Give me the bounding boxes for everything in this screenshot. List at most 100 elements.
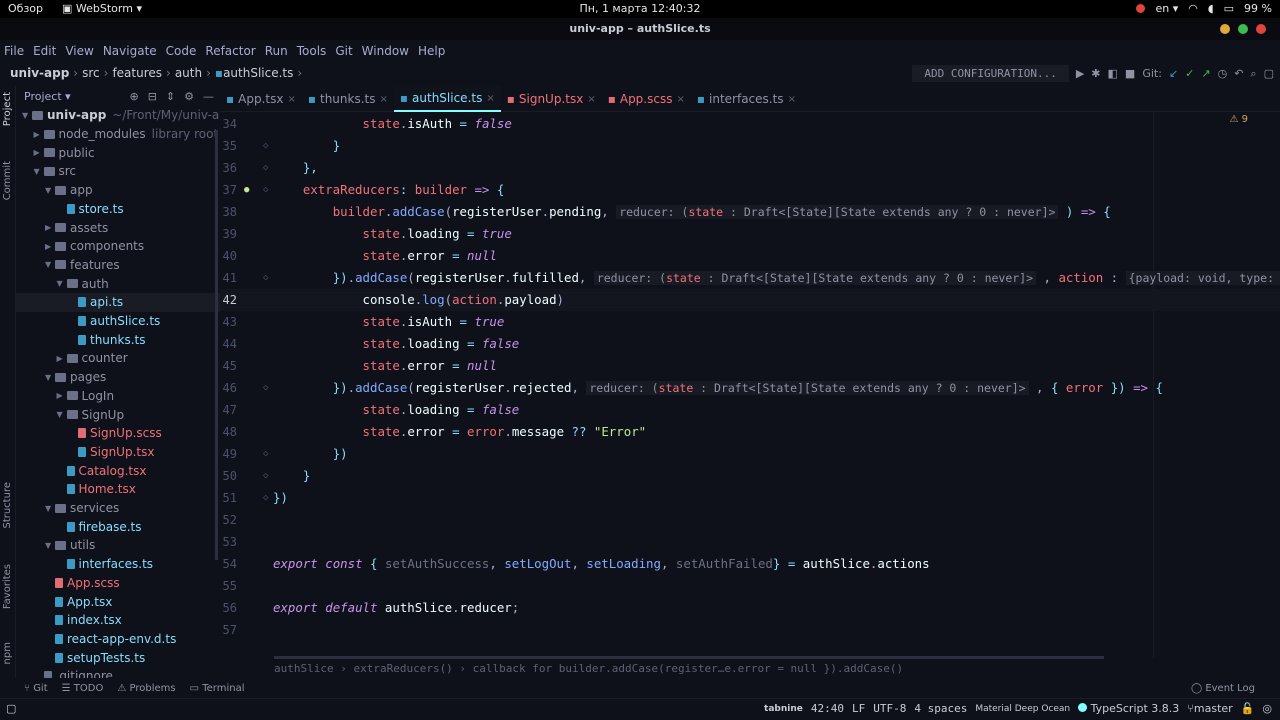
menu-window[interactable]: Window bbox=[362, 40, 418, 62]
code-line[interactable]: 57 bbox=[220, 619, 1280, 641]
theme-widget[interactable]: Material Deep Ocean bbox=[975, 704, 1070, 714]
menu-run[interactable]: Run bbox=[265, 40, 297, 62]
layout-icon[interactable]: ▢ bbox=[1264, 67, 1274, 80]
fold-marker-icon[interactable]: ◇ bbox=[263, 267, 268, 289]
tree-item[interactable]: SignUp.tsx bbox=[16, 443, 220, 462]
collapse-all-icon[interactable]: ⊟ bbox=[148, 90, 157, 103]
tree-item[interactable]: ▶ counter bbox=[16, 349, 220, 368]
line-number[interactable]: 40 bbox=[220, 245, 237, 267]
editor-tab[interactable]: ▪ SignUp.tsx × bbox=[501, 86, 602, 112]
git-push-icon[interactable]: ↗ bbox=[1201, 67, 1210, 80]
tree-item[interactable]: Home.tsx bbox=[16, 480, 220, 499]
code-line[interactable]: 55 bbox=[220, 575, 1280, 597]
commit-tool-button[interactable]: Commit bbox=[2, 161, 13, 200]
caret-position[interactable]: 42:40 bbox=[811, 702, 844, 715]
code-line[interactable]: 41 ◇ }).addCase(registerUser.fulfilled, r… bbox=[220, 267, 1280, 289]
code-editor[interactable]: ⚠ 9 34 state.isAuth = false 35 ◇ } 36 ◇ }, 37… bbox=[220, 112, 1280, 658]
chevron-down-icon[interactable]: ▼ bbox=[45, 373, 55, 382]
tree-item[interactable]: ▶ assets bbox=[16, 218, 220, 237]
crumb-file[interactable]: ▪authSlice.ts bbox=[215, 66, 293, 80]
close-tab-icon[interactable]: × bbox=[788, 94, 796, 105]
code-line[interactable]: 52 bbox=[220, 509, 1280, 531]
maximize-button[interactable] bbox=[1238, 24, 1248, 34]
editor-tab[interactable]: ▪ authSlice.ts × bbox=[393, 86, 501, 112]
crumb-project[interactable]: univ-app bbox=[10, 66, 69, 80]
chevron-right-icon[interactable]: ▶ bbox=[45, 242, 55, 251]
code-line[interactable]: 35 ◇ } bbox=[220, 135, 1280, 157]
override-gutter-icon[interactable]: ● bbox=[244, 179, 249, 201]
tree-item[interactable]: ▼ app bbox=[16, 181, 220, 200]
line-number[interactable]: 42 bbox=[220, 289, 237, 311]
minimize-button[interactable] bbox=[1220, 24, 1230, 34]
menu-file[interactable]: File bbox=[4, 40, 33, 62]
language-switcher[interactable]: en ▾ bbox=[1155, 2, 1178, 15]
rollback-icon[interactable]: ↶ bbox=[1234, 67, 1243, 80]
tree-item[interactable]: index.tsx bbox=[16, 611, 220, 630]
line-number[interactable]: 34 bbox=[220, 113, 237, 135]
tree-item[interactable]: store.ts bbox=[16, 200, 220, 219]
git-tool-button[interactable]: ⑂ Git bbox=[24, 683, 48, 694]
git-commit-icon[interactable]: ✓ bbox=[1185, 67, 1194, 80]
run-icon[interactable]: ▶ bbox=[1076, 67, 1084, 80]
chevron-down-icon[interactable]: ▼ bbox=[57, 279, 67, 288]
tree-item[interactable]: ▼ services bbox=[16, 499, 220, 518]
line-number[interactable]: 55 bbox=[220, 575, 237, 597]
project-tool-button[interactable]: Project bbox=[2, 92, 13, 126]
menu-refactor[interactable]: Refactor bbox=[205, 40, 264, 62]
locate-icon[interactable]: ⊕ bbox=[129, 90, 138, 103]
wifi-icon[interactable]: ◠ bbox=[1188, 2, 1198, 15]
code-line[interactable]: 44 state.loading = false bbox=[220, 333, 1280, 355]
code-line[interactable]: 39 state.loading = true bbox=[220, 223, 1280, 245]
menu-navigate[interactable]: Navigate bbox=[103, 40, 166, 62]
fold-marker-icon[interactable]: ◇ bbox=[263, 157, 268, 179]
menu-code[interactable]: Code bbox=[166, 40, 206, 62]
editor-tab[interactable]: ▪ interfaces.ts × bbox=[691, 86, 802, 112]
code-line[interactable]: 40 state.error = null bbox=[220, 245, 1280, 267]
tree-item[interactable]: ▶ components bbox=[16, 237, 220, 256]
line-number[interactable]: 46 bbox=[220, 377, 237, 399]
chevron-right-icon[interactable]: ▶ bbox=[34, 130, 44, 139]
editor-breadcrumb[interactable]: authSlice › extraReducers() › callback f… bbox=[220, 660, 1280, 678]
code-line[interactable]: 48 state.error = error.message ?? "Error… bbox=[220, 421, 1280, 443]
code-line[interactable]: 46 ◇ }).addCase(registerUser.rejected, re… bbox=[220, 377, 1280, 399]
fold-marker-icon[interactable]: ◇ bbox=[263, 443, 268, 465]
close-button[interactable] bbox=[1256, 24, 1266, 34]
line-number[interactable]: 48 bbox=[220, 421, 237, 443]
expand-all-icon[interactable]: ⇕ bbox=[166, 90, 175, 103]
line-number[interactable]: 50 bbox=[220, 465, 237, 487]
tree-item[interactable]: ▼ features bbox=[16, 256, 220, 275]
typescript-service[interactable]: TypeScript 3.8.3 bbox=[1078, 702, 1179, 715]
git-update-icon[interactable]: ↙ bbox=[1169, 67, 1178, 80]
tree-item[interactable]: Catalog.tsx bbox=[16, 461, 220, 480]
hide-icon[interactable]: — bbox=[203, 90, 214, 103]
close-tab-icon[interactable]: × bbox=[486, 93, 494, 104]
crumb-auth[interactable]: auth bbox=[175, 66, 202, 80]
line-number[interactable]: 41 bbox=[220, 267, 237, 289]
editor-tab[interactable]: ▪ App.scss × bbox=[602, 86, 691, 112]
chevron-down-icon[interactable]: ▼ bbox=[45, 541, 55, 550]
tree-item[interactable]: interfaces.ts bbox=[16, 555, 220, 574]
debug-icon[interactable]: ✱ bbox=[1091, 67, 1100, 80]
editor-tab[interactable]: ▪ thunks.ts × bbox=[302, 86, 394, 112]
search-everywhere-icon[interactable]: ⌕ bbox=[1250, 67, 1256, 81]
code-line[interactable]: 47 state.loading = false bbox=[220, 399, 1280, 421]
tree-item[interactable]: ▼ SignUp bbox=[16, 405, 220, 424]
tree-item[interactable]: ▼ src bbox=[16, 162, 220, 181]
close-tab-icon[interactable]: × bbox=[287, 94, 295, 105]
battery-icon[interactable]: ▭ bbox=[1224, 2, 1234, 15]
tree-item[interactable]: ▶ node_modules library root bbox=[16, 125, 220, 144]
menu-help[interactable]: Help bbox=[418, 40, 454, 62]
menu-edit[interactable]: Edit bbox=[33, 40, 65, 62]
tree-item[interactable]: authSlice.ts bbox=[16, 312, 220, 331]
line-number[interactable]: 51 bbox=[220, 487, 237, 509]
inspection-profile-icon[interactable]: ◎ bbox=[1262, 702, 1272, 715]
indent-setting[interactable]: 4 spaces bbox=[914, 702, 967, 715]
crumb-features[interactable]: features bbox=[112, 66, 162, 80]
line-number[interactable]: 57 bbox=[220, 619, 237, 641]
code-line[interactable]: 56 export default authSlice.reducer; bbox=[220, 597, 1280, 619]
fold-marker-icon[interactable]: ◇ bbox=[263, 487, 268, 509]
tree-item[interactable]: .gitignore bbox=[16, 667, 220, 678]
chevron-right-icon[interactable]: ▶ bbox=[57, 391, 67, 400]
line-number[interactable]: 44 bbox=[220, 333, 237, 355]
code-line[interactable]: 42 console.log(action.payload) bbox=[220, 289, 1280, 311]
